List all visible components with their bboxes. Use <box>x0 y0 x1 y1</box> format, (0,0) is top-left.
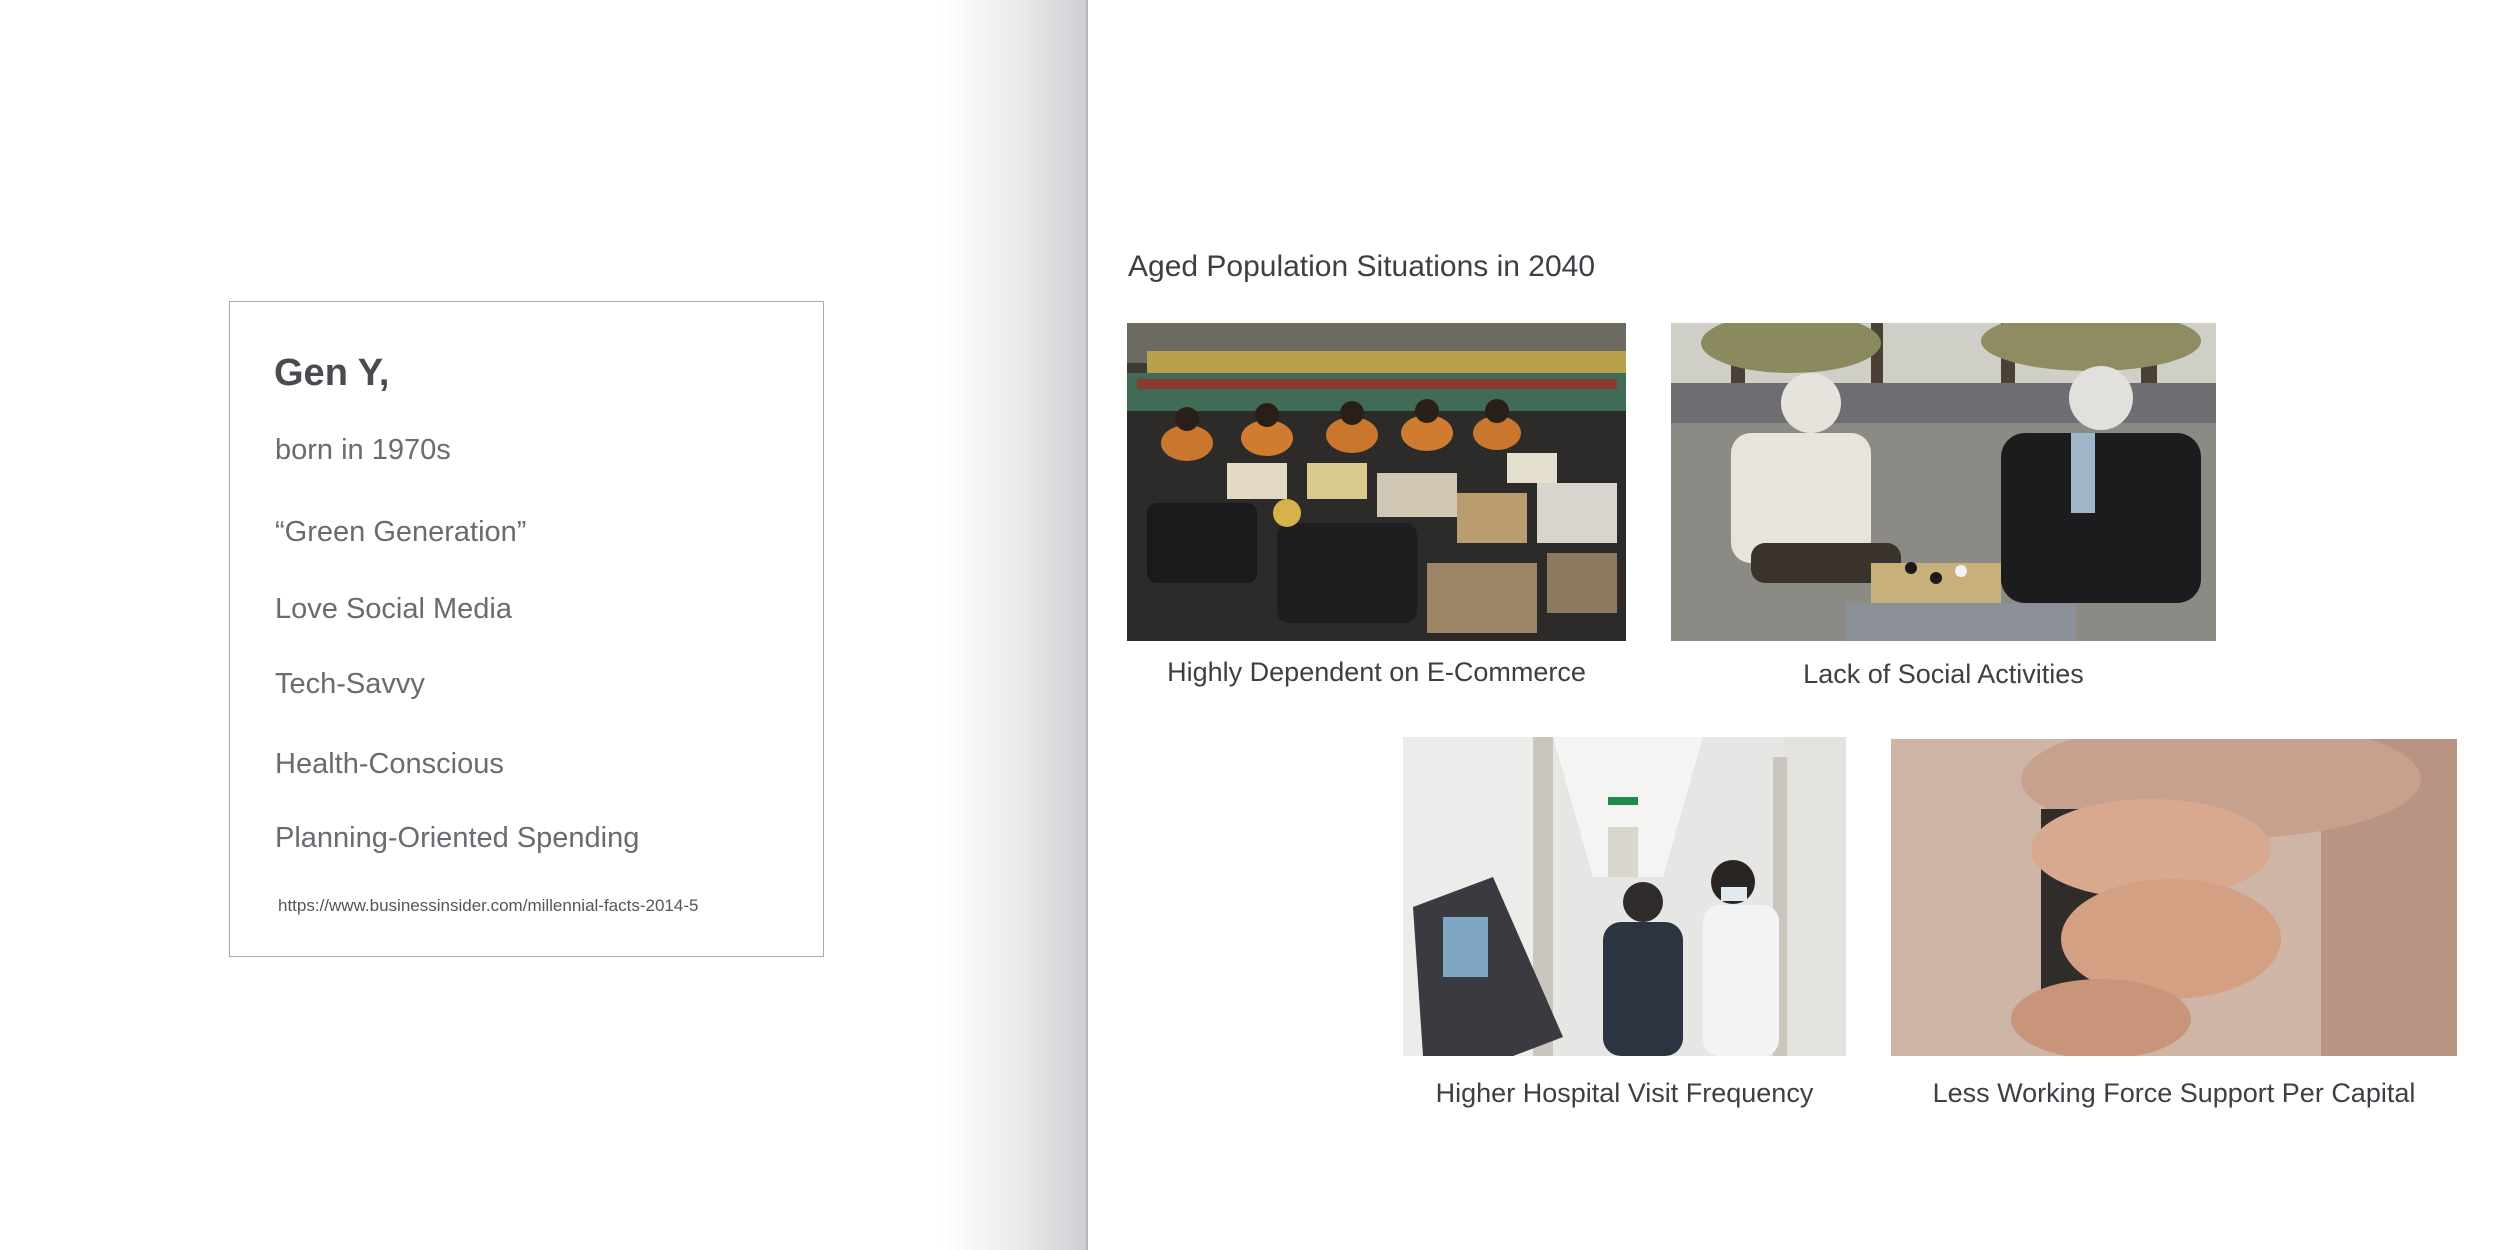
elders-playing-go-photo <box>1671 323 2216 641</box>
section-title: Aged Population Situations in 2040 <box>1128 250 1596 283</box>
trait-item: Planning-Oriented Spending <box>275 822 640 854</box>
card-title: Gen Y, <box>274 352 390 394</box>
gen-y-info-card: Gen Y, born in 1970s “Green Generation” … <box>229 301 824 957</box>
left-page: Gen Y, born in 1970s “Green Generation” … <box>0 0 1086 1250</box>
elderly-caption: Less Working Force Support Per Capital <box>1932 1078 2416 1108</box>
hospital-caption: Higher Hospital Visit Frequency <box>1435 1078 1814 1108</box>
trait-item: “Green Generation” <box>275 516 527 548</box>
trait-item: Love Social Media <box>275 593 512 625</box>
elderly-hands-cane-photo <box>1891 739 2457 1056</box>
ecommerce-caption: Highly Dependent on E-Commerce <box>1167 657 1586 687</box>
hospital-corridor-photo <box>1403 737 1846 1056</box>
social-caption: Lack of Social Activities <box>1803 659 2084 689</box>
source-link[interactable]: https://www.businessinsider.com/millenni… <box>278 896 698 916</box>
trait-item: born in 1970s <box>275 434 451 466</box>
ecommerce-parcels-photo <box>1127 323 1626 641</box>
book-spread: Gen Y, born in 1970s “Green Generation” … <box>0 0 2500 1250</box>
trait-item: Tech-Savvy <box>275 668 425 700</box>
trait-item: Health-Conscious <box>275 748 504 780</box>
